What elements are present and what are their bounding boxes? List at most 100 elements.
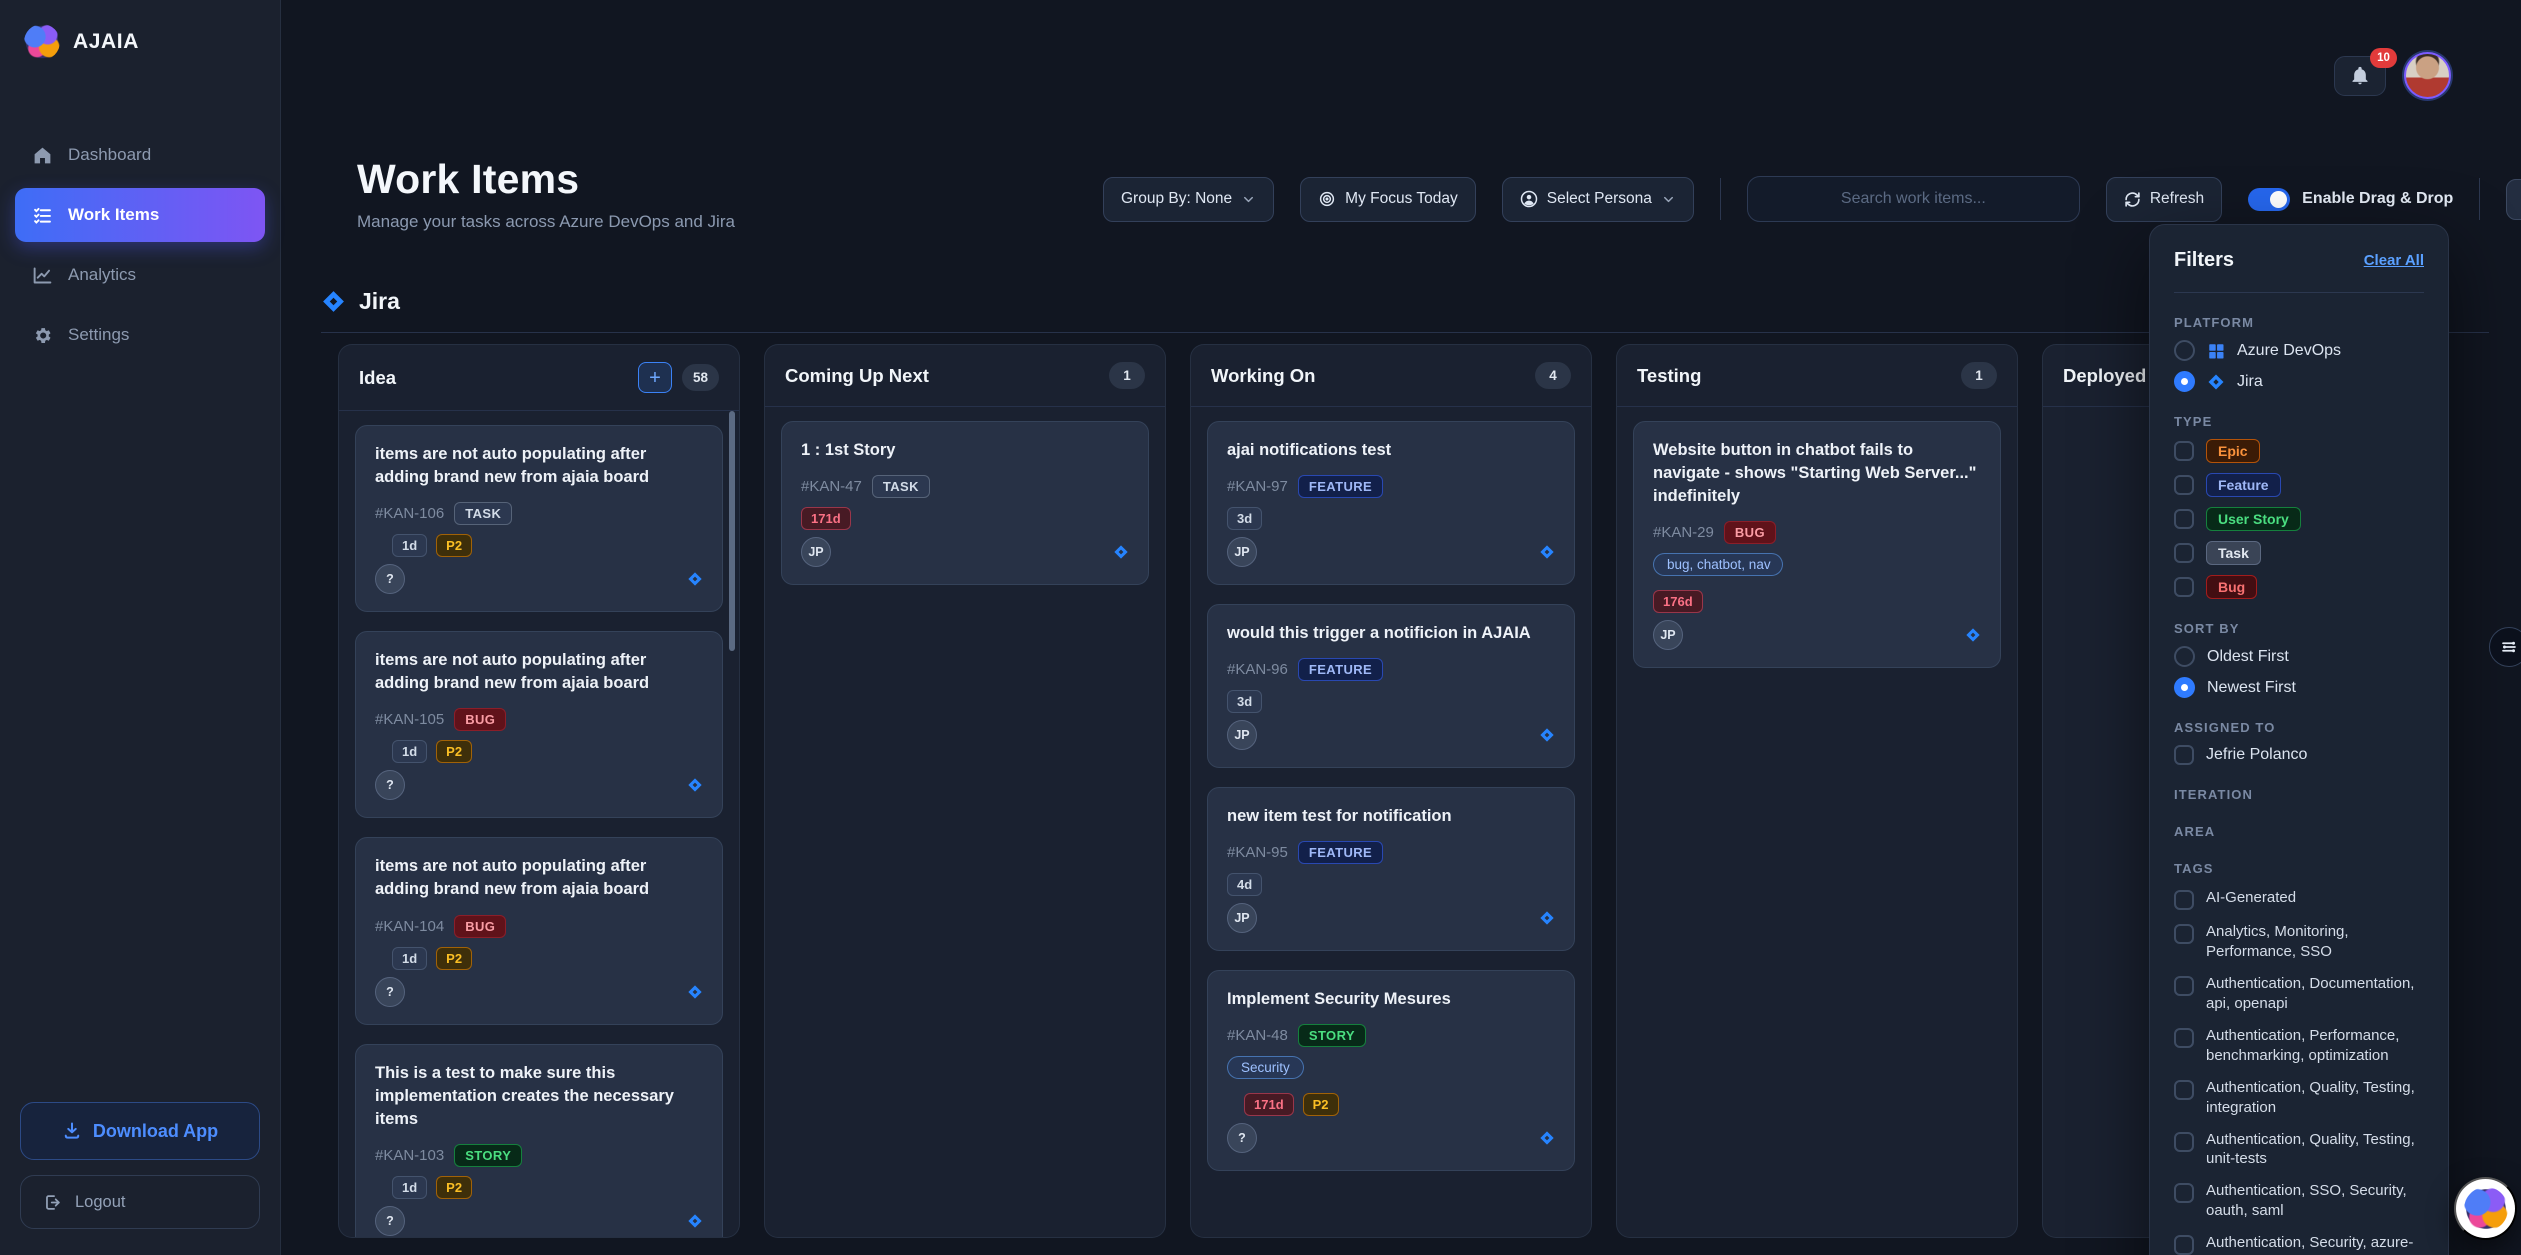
tag-option[interactable]: Authentication, Security, azure-ad-b2c, … (2174, 1233, 2424, 1255)
checkbox[interactable] (2174, 475, 2194, 495)
kanban-column: Testing1 Website button in chatbot fails … (1616, 344, 2018, 1238)
checkbox[interactable] (2174, 509, 2194, 529)
type-badge: STORY (1298, 1024, 1366, 1047)
sort-option-label: Newest First (2207, 679, 2296, 697)
download-icon (62, 1121, 82, 1141)
checkbox[interactable] (2174, 745, 2194, 765)
tag-option-label: Analytics, Monitoring, Performance, SSO (2206, 922, 2424, 962)
tag-option[interactable]: Analytics, Monitoring, Performance, SSO (2174, 922, 2424, 962)
sidebar-item-label: Settings (68, 325, 129, 345)
sidebar-item-dashboard[interactable]: Dashboard (15, 128, 265, 182)
card-list: 1 : 1st Story#KAN-47TASK171dJP (765, 407, 1165, 1237)
type-badge: FEATURE (1298, 475, 1383, 498)
azure-devops-icon (2207, 342, 2225, 360)
sidebar-item-settings[interactable]: Settings (15, 308, 265, 362)
sidebar-item-label: Work Items (68, 205, 159, 225)
card-id: #KAN-95 (1227, 844, 1288, 861)
work-item-card[interactable]: This is a test to make sure this impleme… (355, 1044, 723, 1237)
platform-option[interactable]: Azure DevOps (2174, 340, 2424, 361)
drag-drop-toggle[interactable] (2248, 188, 2290, 211)
type-badge: FEATURE (1298, 658, 1383, 681)
card-id: #KAN-105 (375, 711, 444, 728)
tag-option[interactable]: Authentication, Quality, Testing, unit-t… (2174, 1130, 2424, 1170)
search-input[interactable] (1747, 176, 2080, 222)
jira-icon (1965, 627, 1981, 643)
tag-option[interactable]: Authentication, SSO, Security, oauth, sa… (2174, 1181, 2424, 1221)
type-option[interactable]: Feature (2174, 473, 2424, 497)
checkbox[interactable] (2174, 890, 2194, 910)
platform-option[interactable]: Jira (2174, 371, 2424, 392)
group-by-dropdown[interactable]: Group By: None (1103, 177, 1274, 222)
sidebar-spacer (0, 362, 280, 1102)
type-option[interactable]: Bug (2174, 575, 2424, 599)
refresh-button[interactable]: Refresh (2106, 177, 2222, 222)
clear-all-link[interactable]: Clear All (2364, 252, 2424, 269)
radio-button[interactable] (2174, 371, 2195, 392)
type-option[interactable]: Epic (2174, 439, 2424, 463)
radio-button[interactable] (2174, 646, 2195, 667)
checkbox[interactable] (2174, 1080, 2194, 1100)
panel-toggle-button[interactable] (2489, 627, 2521, 667)
type-option-badge: Bug (2206, 575, 2257, 599)
my-focus-today-button[interactable]: My Focus Today (1300, 177, 1476, 222)
checkbox[interactable] (2174, 441, 2194, 461)
filter-button[interactable]: Filter (2506, 179, 2521, 220)
assignee-avatar: ? (375, 977, 405, 1007)
radio-button[interactable] (2174, 340, 2195, 361)
column-header: Testing1 (1617, 345, 2017, 407)
chatbot-launcher-button[interactable] (2454, 1177, 2517, 1240)
jira-icon (1965, 627, 1981, 643)
logout-button[interactable]: Logout (20, 1175, 260, 1229)
sidebar-item-analytics[interactable]: Analytics (15, 248, 265, 302)
download-app-button[interactable]: Download App (20, 1102, 260, 1160)
checkbox[interactable] (2174, 1028, 2194, 1048)
checkbox[interactable] (2174, 1235, 2194, 1255)
sort-option[interactable]: Newest First (2174, 677, 2424, 698)
work-item-card[interactable]: new item test for notification#KAN-95FEA… (1207, 787, 1575, 951)
column-count-badge: 58 (682, 364, 719, 391)
tags-section-label: TAGS (2174, 861, 2424, 876)
tag-pill: bug, chatbot, nav (1653, 553, 1783, 576)
checkbox[interactable] (2174, 924, 2194, 944)
work-item-card[interactable]: Implement Security Mesures#KAN-48STORYSe… (1207, 970, 1575, 1171)
jira-icon (1113, 544, 1129, 560)
age-badge: 1d (392, 740, 427, 763)
work-item-card[interactable]: ajai notifications test#KAN-97FEATURE3dJ… (1207, 421, 1575, 585)
work-item-card[interactable]: items are not auto populating after addi… (355, 425, 723, 612)
notifications-button[interactable]: 10 (2334, 56, 2386, 96)
work-item-card[interactable]: would this trigger a notificion in AJAIA… (1207, 604, 1575, 768)
sort-option[interactable]: Oldest First (2174, 646, 2424, 667)
work-item-card[interactable]: Website button in chatbot fails to navig… (1633, 421, 2001, 668)
jira-icon (687, 1213, 703, 1229)
work-item-card[interactable]: items are not auto populating after addi… (355, 631, 723, 818)
select-persona-dropdown[interactable]: Select Persona (1502, 177, 1694, 222)
checkbox[interactable] (2174, 976, 2194, 996)
download-app-label: Download App (93, 1121, 218, 1142)
notification-count-badge: 10 (2370, 48, 2397, 68)
assigned-option[interactable]: Jefrie Polanco (2174, 745, 2424, 765)
checkbox[interactable] (2174, 1132, 2194, 1152)
type-option[interactable]: Task (2174, 541, 2424, 565)
radio-button[interactable] (2174, 677, 2195, 698)
assignee-avatar: JP (1653, 620, 1683, 650)
sidebar-item-work-items[interactable]: Work Items (15, 188, 265, 242)
add-card-button[interactable]: + (638, 362, 672, 393)
checkbox[interactable] (2174, 577, 2194, 597)
work-item-card[interactable]: 1 : 1st Story#KAN-47TASK171dJP (781, 421, 1149, 585)
type-option[interactable]: User Story (2174, 507, 2424, 531)
column-scrollbar[interactable] (729, 411, 735, 651)
work-item-card[interactable]: items are not auto populating after addi… (355, 837, 723, 1024)
tag-option[interactable]: Authentication, Documentation, api, open… (2174, 974, 2424, 1014)
platform-option-label: Jira (2237, 373, 2263, 391)
age-badge: 3d (1227, 507, 1262, 530)
tag-option[interactable]: Authentication, Quality, Testing, integr… (2174, 1078, 2424, 1118)
my-focus-today-label: My Focus Today (1345, 190, 1458, 208)
tag-option[interactable]: AI-Generated (2174, 888, 2424, 910)
tag-pill: Security (1227, 1056, 1304, 1079)
tag-option[interactable]: Authentication, Performance, benchmarkin… (2174, 1026, 2424, 1066)
jira-icon (687, 777, 703, 793)
checkbox[interactable] (2174, 1183, 2194, 1203)
user-avatar[interactable] (2404, 52, 2451, 99)
checkbox[interactable] (2174, 543, 2194, 563)
card-title: Implement Security Mesures (1227, 988, 1555, 1011)
